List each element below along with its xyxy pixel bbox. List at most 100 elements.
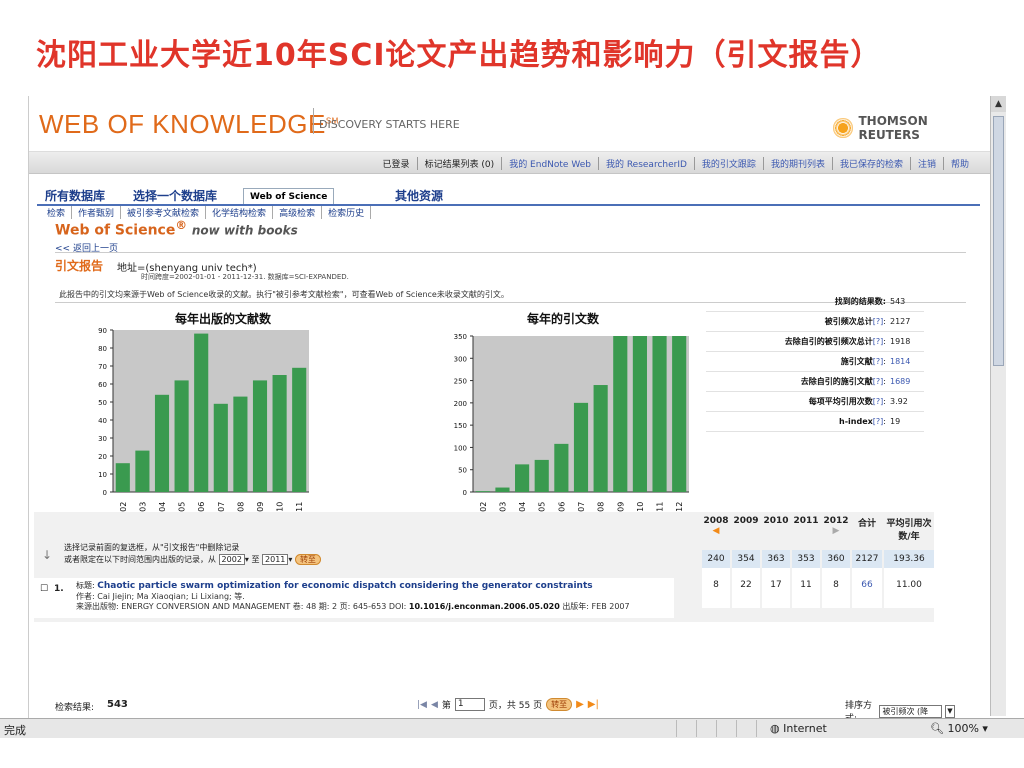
nav-logout[interactable]: 注销 [909,157,943,170]
column-total: 354 [732,550,760,568]
year-column: 2011 353 11 [792,512,820,608]
range-text: 或者限定在以下时间范围内出版的记录，从 [64,555,216,564]
y-tick-label: 300 [454,355,467,363]
user-nav: 已登录 标记结果列表 (0) 我的 EndNote Web 我的 Researc… [29,152,990,174]
zoom-control[interactable]: 🔍︎ 100% ▾ [930,722,988,735]
prev-years-icon[interactable]: ◀ [702,526,730,536]
stat-label: 去除自引的被引频次总计 [784,337,873,346]
prev-page-icon[interactable]: ◀ [431,700,438,710]
header-divider [313,108,314,134]
column-total: 360 [822,550,850,568]
wos-subtitle: now with books [191,223,298,238]
stat-label: 被引频次总计 [824,317,873,326]
record-title-line: 标题: Chaotic particle swarm optimization … [76,580,593,591]
stat-label: h-index [839,417,873,426]
tab-other-resources[interactable]: 其他资源 [389,188,449,204]
column-total: 240 [702,550,730,568]
record-cell: 8 [822,568,850,608]
help-link[interactable]: [?] [873,317,884,326]
y-tick-label: 20 [98,453,107,461]
help-link[interactable]: [?] [873,357,884,366]
scroll-thumb[interactable] [993,116,1004,366]
year-column: 2010 363 17 [762,512,790,608]
page-input[interactable]: 1 [454,698,485,711]
record-cell: 8 [702,568,730,608]
record-title-link[interactable]: Chaotic particle swarm optimization for … [97,581,592,591]
record-number: 1. [54,584,64,594]
help-link[interactable]: [?] [873,417,884,426]
bar [613,336,628,492]
sort-dropdown-icon[interactable]: ▼ [944,704,955,718]
chart-publications-svg: 0102030405060708090200220032004200520062… [98,327,309,522]
to-label: 至 [251,555,260,564]
tab-select-database[interactable]: 选择一个数据库 [127,188,223,204]
from-year-dropdown-icon[interactable]: ▾ [245,555,249,564]
wok-logo[interactable]: WEB OF KNOWLEDGESM [39,109,339,140]
stat-row: 去除自引的施引文献 [?]:1689 [706,372,924,392]
help-link[interactable]: [?] [873,397,884,406]
help-link[interactable]: [?] [873,337,884,346]
wos-reg-mark: ® [175,218,188,232]
bar [115,463,130,492]
stat-label: 找到的结果数: [834,297,886,306]
page-go-button[interactable]: 转至 [546,698,573,711]
sort-select[interactable]: 被引频次 (降序) [879,704,942,727]
nav-saved-searches[interactable]: 我已保存的检索 [831,157,910,170]
range-go-button[interactable]: 转至 [294,554,321,565]
nav-journal-list[interactable]: 我的期刊列表 [762,157,832,170]
page-suffix: 页，共 55 页 [488,701,543,711]
db-tabs: 所有数据库 选择一个数据库 Web of Science 其他资源 检索 作者甄… [29,188,990,219]
tab-all-databases[interactable]: 所有数据库 [39,188,111,204]
nav-researcherid[interactable]: 我的 ResearcherID [597,157,694,170]
wos-title-text: Web of Science [55,222,176,239]
stat-colon: : [883,417,886,426]
source-year: 出版年: FEB 2007 [562,602,630,611]
bar [652,336,667,492]
page-prefix: 第 [441,701,451,711]
instruction-range: 或者限定在以下时间范围内出版的记录，从 2002 ▾ 至 2011 ▾ 转至 [64,554,321,566]
stat-value[interactable]: 1689 [890,377,918,386]
tr-orb-icon [833,118,853,138]
column-total: 2127 [852,550,882,568]
bar [495,487,510,492]
stat-row: 施引文献 [?]:1814 [706,352,924,372]
from-year-select[interactable]: 2002 [218,554,245,565]
record-cell: 17 [762,568,790,608]
bar [272,375,287,492]
year-header: 2011 [793,516,819,526]
record-checkbox[interactable]: ☐ [40,584,48,594]
to-year-dropdown-icon[interactable]: ▾ [288,555,292,564]
wok-header: WEB OF KNOWLEDGESM DISCOVERY STARTS HERE… [29,96,990,152]
stat-value[interactable]: 1814 [890,357,918,366]
nav-help[interactable]: 帮助 [942,157,976,170]
help-link[interactable]: [?] [873,377,884,386]
to-year-select[interactable]: 2011 [262,554,289,565]
internet-zone: ◍ Internet [770,722,827,735]
y-tick-label: 70 [98,363,107,371]
next-page-icon[interactable]: ▶ [576,699,584,710]
bar [233,396,248,492]
bar [194,333,209,492]
year-header: 2009 [733,516,759,526]
stat-colon: : [883,397,886,406]
stat-row: 被引频次总计 [?]:2127 [706,312,924,332]
y-tick-label: 50 [458,467,467,475]
nav-citation-alerts[interactable]: 我的引文跟踪 [693,157,763,170]
year-column: 合计 2127 66 [852,512,882,608]
globe-icon: ◍ [770,722,780,735]
tab-web-of-science[interactable]: Web of Science [243,188,335,204]
nav-endnote[interactable]: 我的 EndNote Web [501,157,598,170]
year-header: 2012 ▶ [822,516,850,536]
tagline: DISCOVERY STARTS HERE [319,118,460,131]
scroll-up-icon[interactable]: ▲ [991,96,1006,112]
record-cell[interactable]: 66 [852,568,882,608]
nav-marked-list[interactable]: 标记结果列表 (0) [416,157,502,170]
scrollbar[interactable]: ▲ [990,96,1006,716]
first-page-icon[interactable]: |◀ [417,700,427,710]
brand-text: THOMSON REUTERS [858,114,928,142]
bar [174,380,189,492]
stat-value: 2127 [890,317,911,326]
next-years-icon[interactable]: ▶ [822,526,850,536]
last-page-icon[interactable]: ▶| [588,699,599,710]
report-note: 此报告中的引文均来源于Web of Science收录的文献。执行"被引参考文献… [59,290,509,299]
